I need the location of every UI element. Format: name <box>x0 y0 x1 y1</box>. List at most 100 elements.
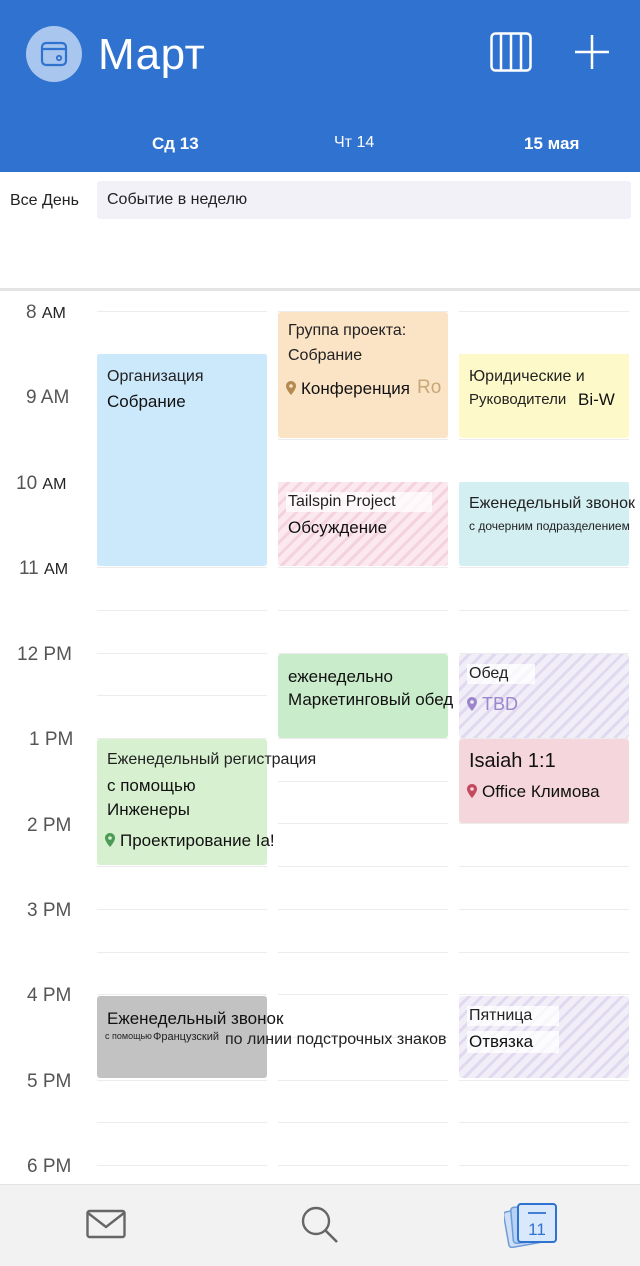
event-location: Проектирование Ia! <box>105 831 275 851</box>
grid-line <box>278 439 448 440</box>
grid-line <box>459 823 629 824</box>
grid-line <box>97 311 267 312</box>
event-location: Office Климова <box>467 782 600 802</box>
grid-line <box>459 909 629 910</box>
hour-label-6pm: 6 PM <box>27 1156 72 1177</box>
grid-line <box>459 311 629 312</box>
all-day-label: Все День <box>10 192 79 209</box>
event-title: Пятница <box>467 1006 559 1026</box>
hour-label-5pm: 5 PM <box>27 1071 72 1092</box>
grid-line <box>459 994 629 995</box>
grid-line <box>97 909 267 910</box>
grid-line <box>278 1122 448 1123</box>
event-subtitle-2: Инженеры <box>107 800 190 819</box>
event-title: Tailspin Project <box>286 492 432 512</box>
calendar-icon[interactable]: 11 <box>502 1201 560 1254</box>
day-header-1[interactable]: Сд 13 <box>152 134 199 154</box>
location-pin-icon <box>467 784 477 798</box>
all-day-event[interactable]: Событие в неделю <box>97 181 631 219</box>
day-header-2[interactable]: Чт 14 <box>334 134 374 152</box>
grid-line <box>459 567 629 568</box>
event-title: Еженедельный звонок <box>469 495 636 512</box>
hour-label-12pm: 12 PM <box>17 644 72 665</box>
event-engineers-checkin[interactable]: Еженедельный регистрация с помощью Инжен… <box>97 739 316 865</box>
event-subtitle: Маркетинговый обед <box>288 690 454 709</box>
grid-line <box>97 1080 267 1081</box>
location-pin-icon <box>286 381 296 395</box>
grid-line <box>97 610 267 611</box>
hour-label-2pm: 2 PM <box>27 815 72 836</box>
event-marketing-lunch[interactable]: еженедельно Маркетинговый обед <box>278 654 453 738</box>
event-subtitle: с дочерним подразделением <box>469 519 630 533</box>
hour-label-4pm: 4 PM <box>27 985 72 1006</box>
app-header: Март Сд 13 Чт 14 15 мая <box>0 0 640 172</box>
hour-label-10am: 10 AM <box>16 473 67 494</box>
event-note-b: Французский <box>153 1031 219 1043</box>
grid-line <box>459 952 629 953</box>
mail-icon[interactable] <box>86 1209 126 1244</box>
svg-text:11: 11 <box>528 1220 546 1239</box>
event-subtitle: Собрание <box>288 347 363 364</box>
event-title: Еженедельный регистрация <box>107 751 317 768</box>
grid-line <box>278 994 448 995</box>
grid-line <box>278 781 448 782</box>
grid-line <box>97 1122 267 1123</box>
event-subtitle: с помощью <box>107 776 196 795</box>
event-isaiah-1on1[interactable]: Isaiah 1:1 Office Климова <box>459 739 629 823</box>
view-switch-icon[interactable] <box>490 32 532 72</box>
month-title[interactable]: Март <box>98 30 205 80</box>
account-avatar[interactable] <box>26 26 82 82</box>
bottom-navigation: 11 <box>0 1184 640 1266</box>
location-pin-icon <box>105 833 115 847</box>
hour-label-1pm: 1 PM <box>29 729 74 750</box>
event-weekly-call-subsidiary[interactable]: Еженедельный звонок с дочерним подраздел… <box>459 482 635 566</box>
hour-label-11am: 11 AM <box>19 558 69 579</box>
event-title: Обед <box>467 664 535 684</box>
grid-line <box>278 909 448 910</box>
grid-line <box>97 567 267 568</box>
allday-divider <box>0 288 640 291</box>
grid-line <box>278 567 448 568</box>
event-location-tail: Ro <box>417 377 442 398</box>
calendar-account-icon <box>40 41 68 67</box>
event-subtitle: Отвязка <box>467 1031 559 1053</box>
event-location: TBD <box>467 694 518 715</box>
event-organization-meeting[interactable]: Организация Собрание <box>97 354 267 566</box>
grid-line <box>97 653 267 654</box>
hour-label-3pm: 3 PM <box>27 900 72 921</box>
grid-line <box>459 439 629 440</box>
grid-line <box>459 1122 629 1123</box>
event-title: Организация <box>107 368 204 385</box>
search-icon[interactable] <box>300 1205 340 1250</box>
event-lunch[interactable]: Обед TBD <box>459 654 629 738</box>
event-legal-leaders[interactable]: Юридические и Руководители Bi-W <box>459 354 629 438</box>
event-title: Юридические и <box>469 368 585 385</box>
grid-line <box>278 610 448 611</box>
event-weekly-call-french[interactable]: Еженедельный звонок с помощью Французски… <box>97 996 447 1078</box>
grid-line <box>278 866 448 867</box>
event-subtitle: Обсуждение <box>288 518 388 537</box>
event-tailspin-discussion[interactable]: Tailspin Project Обсуждение <box>278 482 448 566</box>
event-subtitle: Руководители <box>469 391 567 408</box>
grid-line <box>459 866 629 867</box>
event-note-tail: по линии подстрочных знаков <box>225 1031 447 1048</box>
add-event-icon[interactable] <box>572 32 612 72</box>
event-subtitle-tail: Bi-W <box>578 390 615 409</box>
hour-label-8am: 8 AM <box>26 302 66 323</box>
event-friday-unwind[interactable]: Пятница Отвязка <box>459 996 629 1078</box>
day-header-3[interactable]: 15 мая <box>524 134 579 154</box>
grid-line <box>278 738 448 739</box>
event-title: Isaiah 1:1 <box>469 750 556 772</box>
grid-line <box>97 994 267 995</box>
event-title: Еженедельный звонок <box>107 1009 284 1028</box>
event-project-group-meeting[interactable]: Группа проекта: Собрание Конференция Ro <box>278 312 448 438</box>
grid-line <box>97 1165 267 1166</box>
event-title: Группа проекта: <box>288 322 407 339</box>
event-note-a: с помощью <box>105 1031 152 1041</box>
event-title: еженедельно <box>288 667 393 686</box>
location-pin-icon <box>467 697 477 711</box>
grid-line <box>97 866 267 867</box>
grid-line <box>278 952 448 953</box>
grid-line <box>97 952 267 953</box>
event-location: Конференция <box>286 379 410 399</box>
